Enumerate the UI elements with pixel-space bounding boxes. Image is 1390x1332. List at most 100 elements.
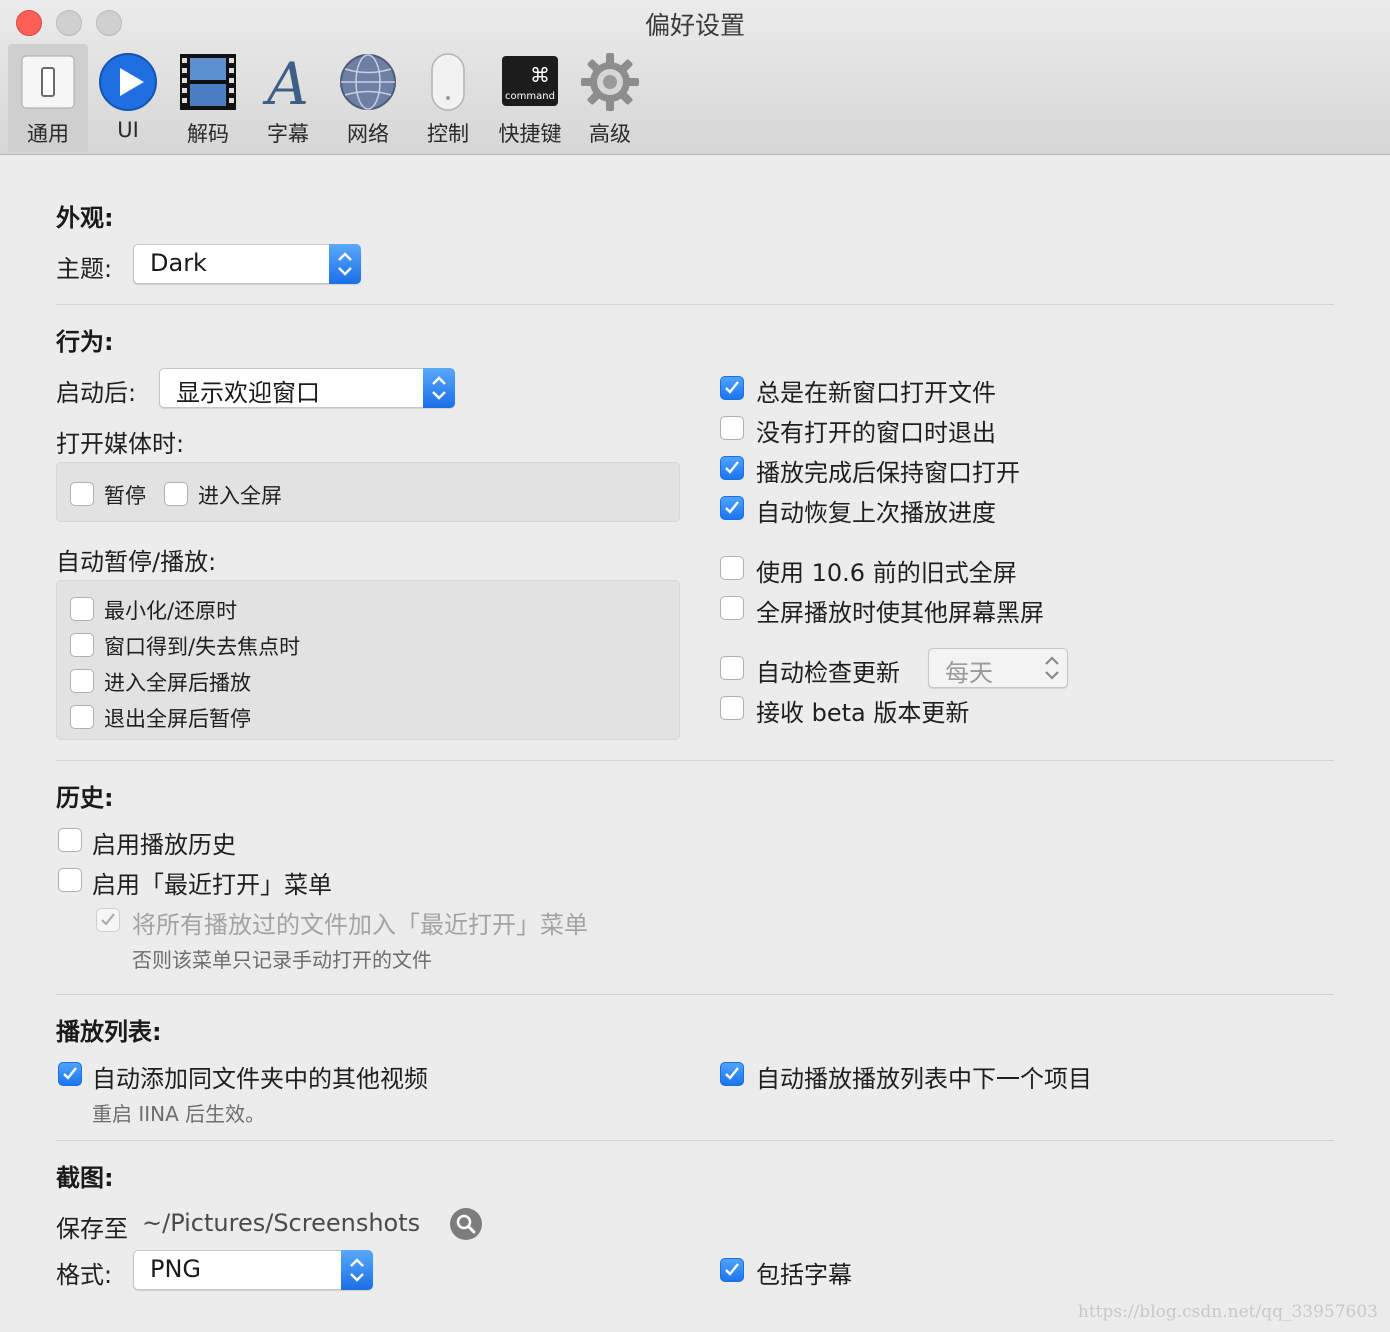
divider: [56, 1140, 1334, 1141]
tab-shortcuts[interactable]: ⌘ command 快捷键: [492, 44, 568, 152]
fullscreen-label: 进入全屏: [198, 484, 282, 508]
startup-value: 显示欢迎窗口: [176, 379, 320, 407]
black-out-screens-checkbox[interactable]: [720, 596, 744, 620]
resume-progress-checkbox[interactable]: [720, 496, 744, 520]
tab-label: 控制: [427, 122, 469, 146]
checkmark-icon: [725, 501, 739, 514]
checkmark-icon: [101, 913, 115, 926]
window-title: 偏好设置: [644, 11, 745, 40]
open-media-label: 打开媒体时:: [56, 430, 185, 458]
format-label: 格式:: [56, 1261, 113, 1289]
command-glyph: ⌘: [530, 63, 550, 87]
tab-subtitles[interactable]: A 字幕: [250, 44, 326, 152]
format-popup[interactable]: PNG: [133, 1250, 373, 1290]
tab-control[interactable]: 控制: [410, 44, 486, 152]
command-text: command: [505, 91, 555, 102]
svg-text:A: A: [262, 52, 309, 112]
focus-label: 窗口得到/失去焦点时: [104, 635, 301, 659]
save-to-label: 保存至: [56, 1215, 128, 1243]
resume-progress-label: 自动恢复上次播放进度: [756, 499, 996, 527]
tab-network[interactable]: 网络: [330, 44, 406, 152]
minimize-restore-checkbox[interactable]: [70, 597, 94, 621]
enable-recent-menu-label: 启用「最近打开」菜单: [92, 871, 332, 899]
restart-note: 重启 IINA 后生效。: [92, 1102, 266, 1126]
enable-recent-menu-checkbox[interactable]: [58, 868, 82, 892]
beta-updates-label: 接收 beta 版本更新: [756, 699, 970, 727]
fullscreen-checkbox[interactable]: [164, 482, 188, 506]
save-path: ~/Pictures/Screenshots: [142, 1209, 421, 1237]
enable-history-checkbox[interactable]: [58, 828, 82, 852]
theme-value: Dark: [150, 249, 207, 277]
checkmark-icon: [725, 381, 739, 394]
startup-popup[interactable]: 显示欢迎窗口: [159, 368, 455, 408]
quit-no-window-checkbox[interactable]: [720, 416, 744, 440]
tab-ui[interactable]: UI: [90, 44, 166, 152]
reveal-search-icon[interactable]: [450, 1208, 482, 1240]
checkmark-icon: [725, 1263, 739, 1276]
auto-play-next-label: 自动播放播放列表中下一个项目: [756, 1065, 1092, 1093]
screenshot-heading: 截图:: [56, 1164, 114, 1192]
gear-icon: [580, 52, 640, 112]
include-subtitles-label: 包括字幕: [756, 1261, 852, 1289]
add-all-to-recent-checkbox[interactable]: [96, 908, 120, 932]
auto-play-next-checkbox[interactable]: [720, 1062, 744, 1086]
pause-checkbox[interactable]: [70, 482, 94, 506]
beta-updates-checkbox[interactable]: [720, 696, 744, 720]
auto-update-checkbox[interactable]: [720, 656, 744, 680]
enable-history-label: 启用播放历史: [92, 831, 236, 859]
enter-fullscreen-play-label: 进入全屏后播放: [104, 671, 251, 695]
legacy-fullscreen-checkbox[interactable]: [720, 556, 744, 580]
popup-arrows-icon: [423, 368, 455, 408]
update-interval-value: 每天: [945, 659, 993, 687]
watermark: https://blog.csdn.net/qq_33957603: [1077, 1302, 1378, 1322]
command-key-icon: ⌘ command: [500, 52, 560, 112]
enter-fullscreen-play-checkbox[interactable]: [70, 669, 94, 693]
auto-add-folder-checkbox[interactable]: [58, 1062, 82, 1086]
keep-window-open-label: 播放完成后保持窗口打开: [756, 459, 1020, 487]
auto-add-folder-label: 自动添加同文件夹中的其他视频: [92, 1065, 428, 1093]
tab-general[interactable]: 通用: [8, 44, 88, 152]
open-media-group: [56, 462, 680, 522]
checkmark-icon: [725, 461, 739, 474]
popup-arrows-icon: [341, 1250, 373, 1290]
exit-fullscreen-pause-label: 退出全屏后暂停: [104, 707, 251, 731]
play-icon: [98, 52, 158, 112]
popup-arrows-icon: [329, 244, 361, 284]
tab-label: 字幕: [267, 122, 309, 146]
focus-checkbox[interactable]: [70, 633, 94, 657]
startup-label: 启动后:: [56, 379, 137, 407]
tab-codec[interactable]: 解码: [170, 44, 246, 152]
keep-window-open-checkbox[interactable]: [720, 456, 744, 480]
theme-label: 主题:: [56, 255, 113, 283]
auto-pause-label: 自动暂停/播放:: [56, 548, 217, 576]
pause-label: 暂停: [104, 484, 146, 508]
tab-advanced[interactable]: 高级: [572, 44, 648, 152]
theme-popup[interactable]: Dark: [133, 244, 361, 284]
auto-update-label: 自动检查更新: [756, 659, 900, 687]
divider: [56, 760, 1334, 761]
playlist-heading: 播放列表:: [56, 1018, 162, 1046]
font-a-icon: A: [258, 50, 318, 118]
film-icon: [178, 52, 238, 112]
tab-label: UI: [117, 118, 139, 142]
include-subtitles-checkbox[interactable]: [720, 1258, 744, 1282]
add-all-note: 否则该菜单只记录手动打开的文件: [132, 948, 432, 972]
tab-label: 快捷键: [498, 122, 562, 146]
update-interval-popup[interactable]: 每天: [928, 648, 1068, 688]
tab-label: 通用: [27, 122, 69, 146]
mouse-icon: [418, 52, 478, 112]
add-all-to-recent-label: 将所有播放过的文件加入「最近打开」菜单: [132, 911, 588, 939]
minimize-restore-label: 最小化/还原时: [104, 599, 238, 623]
switch-icon: [18, 52, 78, 112]
quit-no-window-label: 没有打开的窗口时退出: [756, 419, 996, 447]
behavior-heading: 行为:: [56, 328, 114, 356]
always-new-window-checkbox[interactable]: [720, 376, 744, 400]
popup-arrows-icon: [1036, 648, 1068, 688]
appearance-heading: 外观:: [56, 204, 114, 232]
globe-icon: [338, 52, 398, 112]
always-new-window-label: 总是在新窗口打开文件: [756, 379, 996, 407]
exit-fullscreen-pause-checkbox[interactable]: [70, 705, 94, 729]
checkmark-icon: [725, 1067, 739, 1080]
divider: [56, 994, 1334, 995]
legacy-fullscreen-label: 使用 10.6 前的旧式全屏: [756, 559, 1017, 587]
